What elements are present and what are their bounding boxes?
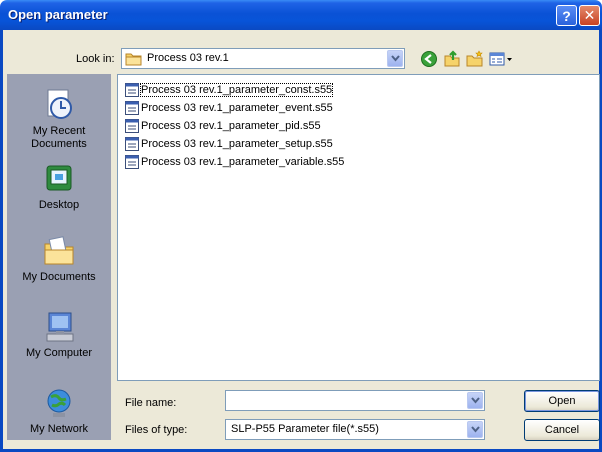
file-name: Process 03 rev.1_parameter_variable.s55: [141, 155, 345, 168]
file-icon: [125, 154, 139, 169]
folder-icon: [125, 52, 143, 69]
list-item[interactable]: Process 03 rev.1_parameter_variable.s55: [125, 153, 344, 170]
my-computer-icon: [41, 310, 77, 344]
file-name: Process 03 rev.1_parameter_pid.s55: [141, 119, 321, 132]
place-my-documents[interactable]: My Documents: [7, 234, 111, 284]
file-icon: [125, 136, 139, 151]
desktop-icon: [41, 162, 77, 196]
file-name: Process 03 rev.1_parameter_event.s55: [141, 101, 333, 114]
place-label: Desktop: [38, 199, 80, 211]
view-menu-icon[interactable]: [489, 50, 513, 68]
file-icon: [125, 82, 139, 97]
recent-documents-icon: [41, 88, 77, 122]
back-icon[interactable]: [420, 50, 438, 68]
place-label: My Recent Documents: [31, 125, 87, 150]
file-list[interactable]: Process 03 rev.1_parameter_const.s55 Pro…: [117, 74, 600, 381]
file-icon: [125, 100, 139, 115]
my-network-icon: [41, 386, 77, 420]
list-item[interactable]: Process 03 rev.1_parameter_pid.s55: [125, 117, 321, 134]
open-dialog: Look in: Process 03 rev.1 My Recent Docu…: [0, 30, 602, 452]
open-button[interactable]: Open: [524, 390, 600, 412]
filetype-dropdown[interactable]: SLP-P55 Parameter file(*.s55): [225, 419, 485, 440]
place-desktop[interactable]: Desktop: [7, 162, 111, 212]
cancel-button[interactable]: Cancel: [524, 419, 600, 441]
window-title: Open parameter: [8, 7, 108, 22]
my-documents-icon: [41, 234, 77, 268]
list-item[interactable]: Process 03 rev.1_parameter_setup.s55: [125, 135, 333, 152]
place-label: My Documents: [22, 271, 96, 283]
filename-input[interactable]: [225, 390, 485, 411]
filetype-value: SLP-P55 Parameter file(*.s55): [231, 423, 379, 435]
filetype-label: Files of type:: [125, 424, 188, 436]
place-recent-documents[interactable]: My Recent Documents: [7, 88, 111, 151]
filename-label: File name:: [125, 397, 177, 409]
lookin-value: Process 03 rev.1: [147, 52, 229, 64]
lookin-dropdown[interactable]: Process 03 rev.1: [121, 48, 405, 69]
up-folder-icon[interactable]: [443, 50, 461, 68]
file-name: Process 03 rev.1_parameter_const.s55: [139, 82, 334, 97]
places-bar: My Recent Documents Desktop My Documents…: [7, 74, 111, 440]
new-folder-icon[interactable]: [466, 50, 484, 68]
place-my-network[interactable]: My Network: [7, 386, 111, 436]
file-name: Process 03 rev.1_parameter_setup.s55: [141, 137, 333, 150]
title-bar[interactable]: Open parameter ? ✕: [0, 0, 602, 30]
chevron-down-icon[interactable]: [387, 50, 403, 67]
help-button[interactable]: ?: [556, 5, 577, 26]
list-item[interactable]: Process 03 rev.1_parameter_event.s55: [125, 99, 333, 116]
place-my-computer[interactable]: My Computer: [7, 310, 111, 360]
list-item[interactable]: Process 03 rev.1_parameter_const.s55: [125, 81, 334, 98]
close-button[interactable]: ✕: [579, 5, 600, 26]
chevron-down-icon[interactable]: [467, 421, 483, 438]
lookin-label: Look in:: [76, 53, 115, 65]
place-label: My Computer: [25, 347, 93, 359]
chevron-down-icon[interactable]: [467, 392, 483, 409]
file-icon: [125, 118, 139, 133]
place-label: My Network: [29, 423, 89, 435]
